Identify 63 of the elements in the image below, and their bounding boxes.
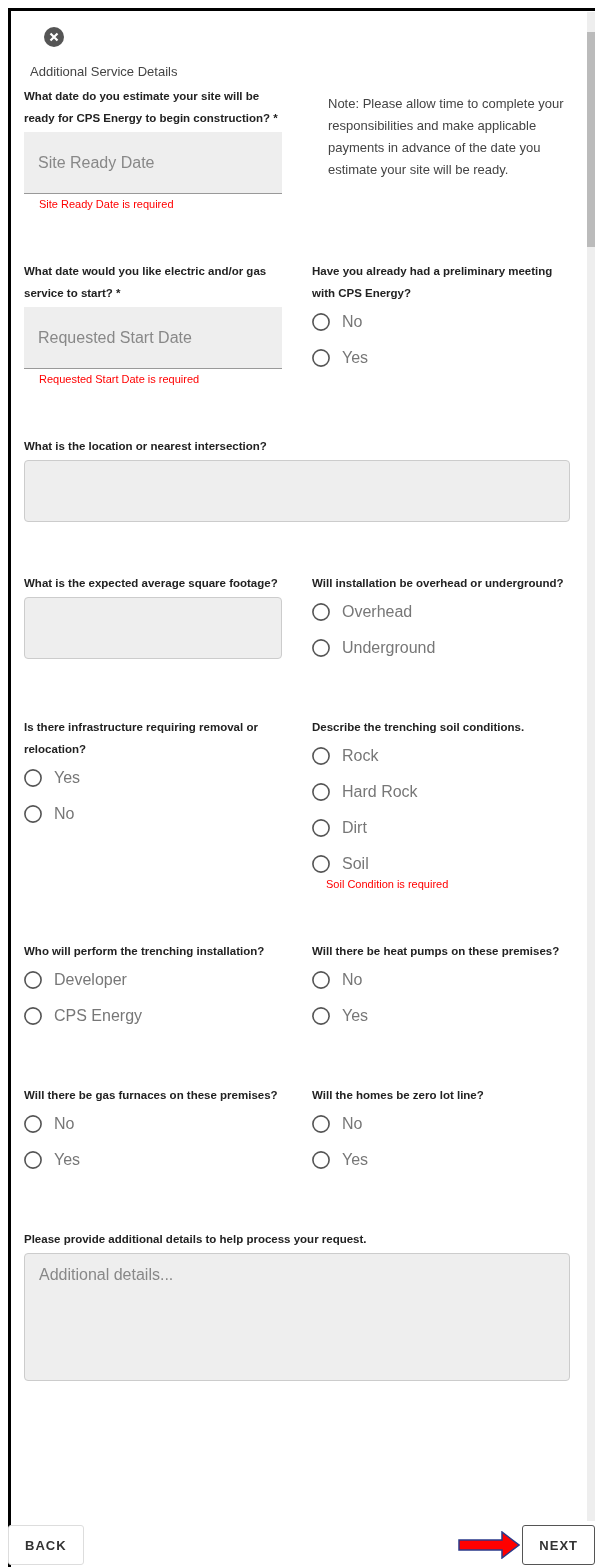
question-label: What is the expected average square footage? — [24, 576, 279, 591]
next-button[interactable]: NEXT — [522, 1525, 595, 1565]
question-label: Will installation be overhead or underground? — [312, 576, 565, 591]
radio-button[interactable] — [312, 639, 330, 657]
radio-option[interactable]: No — [24, 796, 282, 832]
question-label: Is there infrastructure requiring removal or relocation? — [24, 720, 259, 757]
error-message: Requested Start Date is required — [39, 373, 201, 385]
radio-button[interactable] — [24, 971, 42, 989]
radio-option[interactable]: No — [312, 304, 570, 340]
close-icon[interactable] — [44, 27, 64, 47]
radio-button[interactable] — [312, 1115, 330, 1133]
details-field[interactable]: Additional details... — [24, 1253, 570, 1381]
question-label: What date would you like electric and/or gas service to start? * — [24, 264, 268, 301]
radio-button[interactable] — [24, 1151, 42, 1169]
question-label: What date do you estimate your site will be ready for CPS Energy to begin construction? * — [24, 89, 279, 126]
radio-button[interactable] — [312, 855, 330, 873]
text-field[interactable] — [24, 597, 282, 659]
radio-option[interactable]: Overhead — [312, 594, 570, 630]
radio-button[interactable] — [24, 769, 42, 787]
question-label: Describe the trenching soil conditions. — [312, 720, 526, 735]
back-button[interactable]: BACK — [8, 1525, 84, 1565]
question-label: Who will perform the trenching installation? — [24, 944, 266, 959]
question-label: What is the location or nearest intersection? — [24, 439, 268, 454]
radio-option[interactable]: No — [24, 1106, 282, 1142]
question-label: Will there be gas furnaces on these premises? — [24, 1088, 279, 1103]
radio-option[interactable]: Underground — [312, 630, 570, 666]
question-label: Will there be heat pumps on these premises? — [312, 944, 561, 959]
radio-button[interactable] — [312, 1007, 330, 1025]
question-label: Will the homes be zero lot line? — [312, 1088, 485, 1103]
radio-button[interactable] — [312, 783, 330, 801]
radio-button[interactable] — [312, 971, 330, 989]
date-field[interactable]: Requested Start Date — [24, 307, 282, 369]
arrow-icon — [458, 1531, 521, 1559]
scrollbar[interactable] — [587, 12, 595, 1521]
radio-button[interactable] — [312, 349, 330, 367]
radio-option[interactable]: Rock — [312, 738, 570, 774]
radio-button[interactable] — [312, 747, 330, 765]
note-text: Note: Please allow time to complete your responsibilities and make applicable payments in advance of the date you estimate your site will be ready. — [328, 95, 565, 179]
radio-option[interactable]: No — [312, 962, 570, 998]
radio-button[interactable] — [312, 1151, 330, 1169]
radio-button[interactable] — [24, 1007, 42, 1025]
radio-button[interactable] — [24, 1115, 42, 1133]
question-label: Please provide additional details to help process your request. — [24, 1232, 368, 1247]
text-field[interactable] — [24, 460, 570, 522]
date-field[interactable]: Site Ready Date — [24, 132, 282, 194]
radio-option[interactable]: Yes — [24, 1142, 282, 1178]
radio-option[interactable]: CPS Energy — [24, 998, 282, 1034]
radio-option[interactable]: Hard Rock — [312, 774, 570, 810]
radio-option[interactable]: Developer — [24, 962, 282, 998]
radio-option[interactable]: No — [312, 1106, 570, 1142]
radio-option[interactable]: Yes — [312, 340, 570, 376]
radio-option[interactable]: Dirt — [312, 810, 570, 846]
radio-button[interactable] — [24, 805, 42, 823]
question-label: Have you already had a preliminary meeting with CPS Energy? — [312, 264, 554, 301]
radio-button[interactable] — [312, 603, 330, 621]
error-message: Site Ready Date is required — [39, 198, 175, 210]
radio-button[interactable] — [312, 819, 330, 837]
radio-option[interactable]: Yes — [24, 760, 282, 796]
radio-button[interactable] — [312, 313, 330, 331]
radio-option[interactable]: Yes — [312, 998, 570, 1034]
error-message: Soil Condition is required — [326, 878, 450, 890]
section-title: Additional Service Details — [30, 64, 179, 79]
radio-option[interactable]: Yes — [312, 1142, 570, 1178]
